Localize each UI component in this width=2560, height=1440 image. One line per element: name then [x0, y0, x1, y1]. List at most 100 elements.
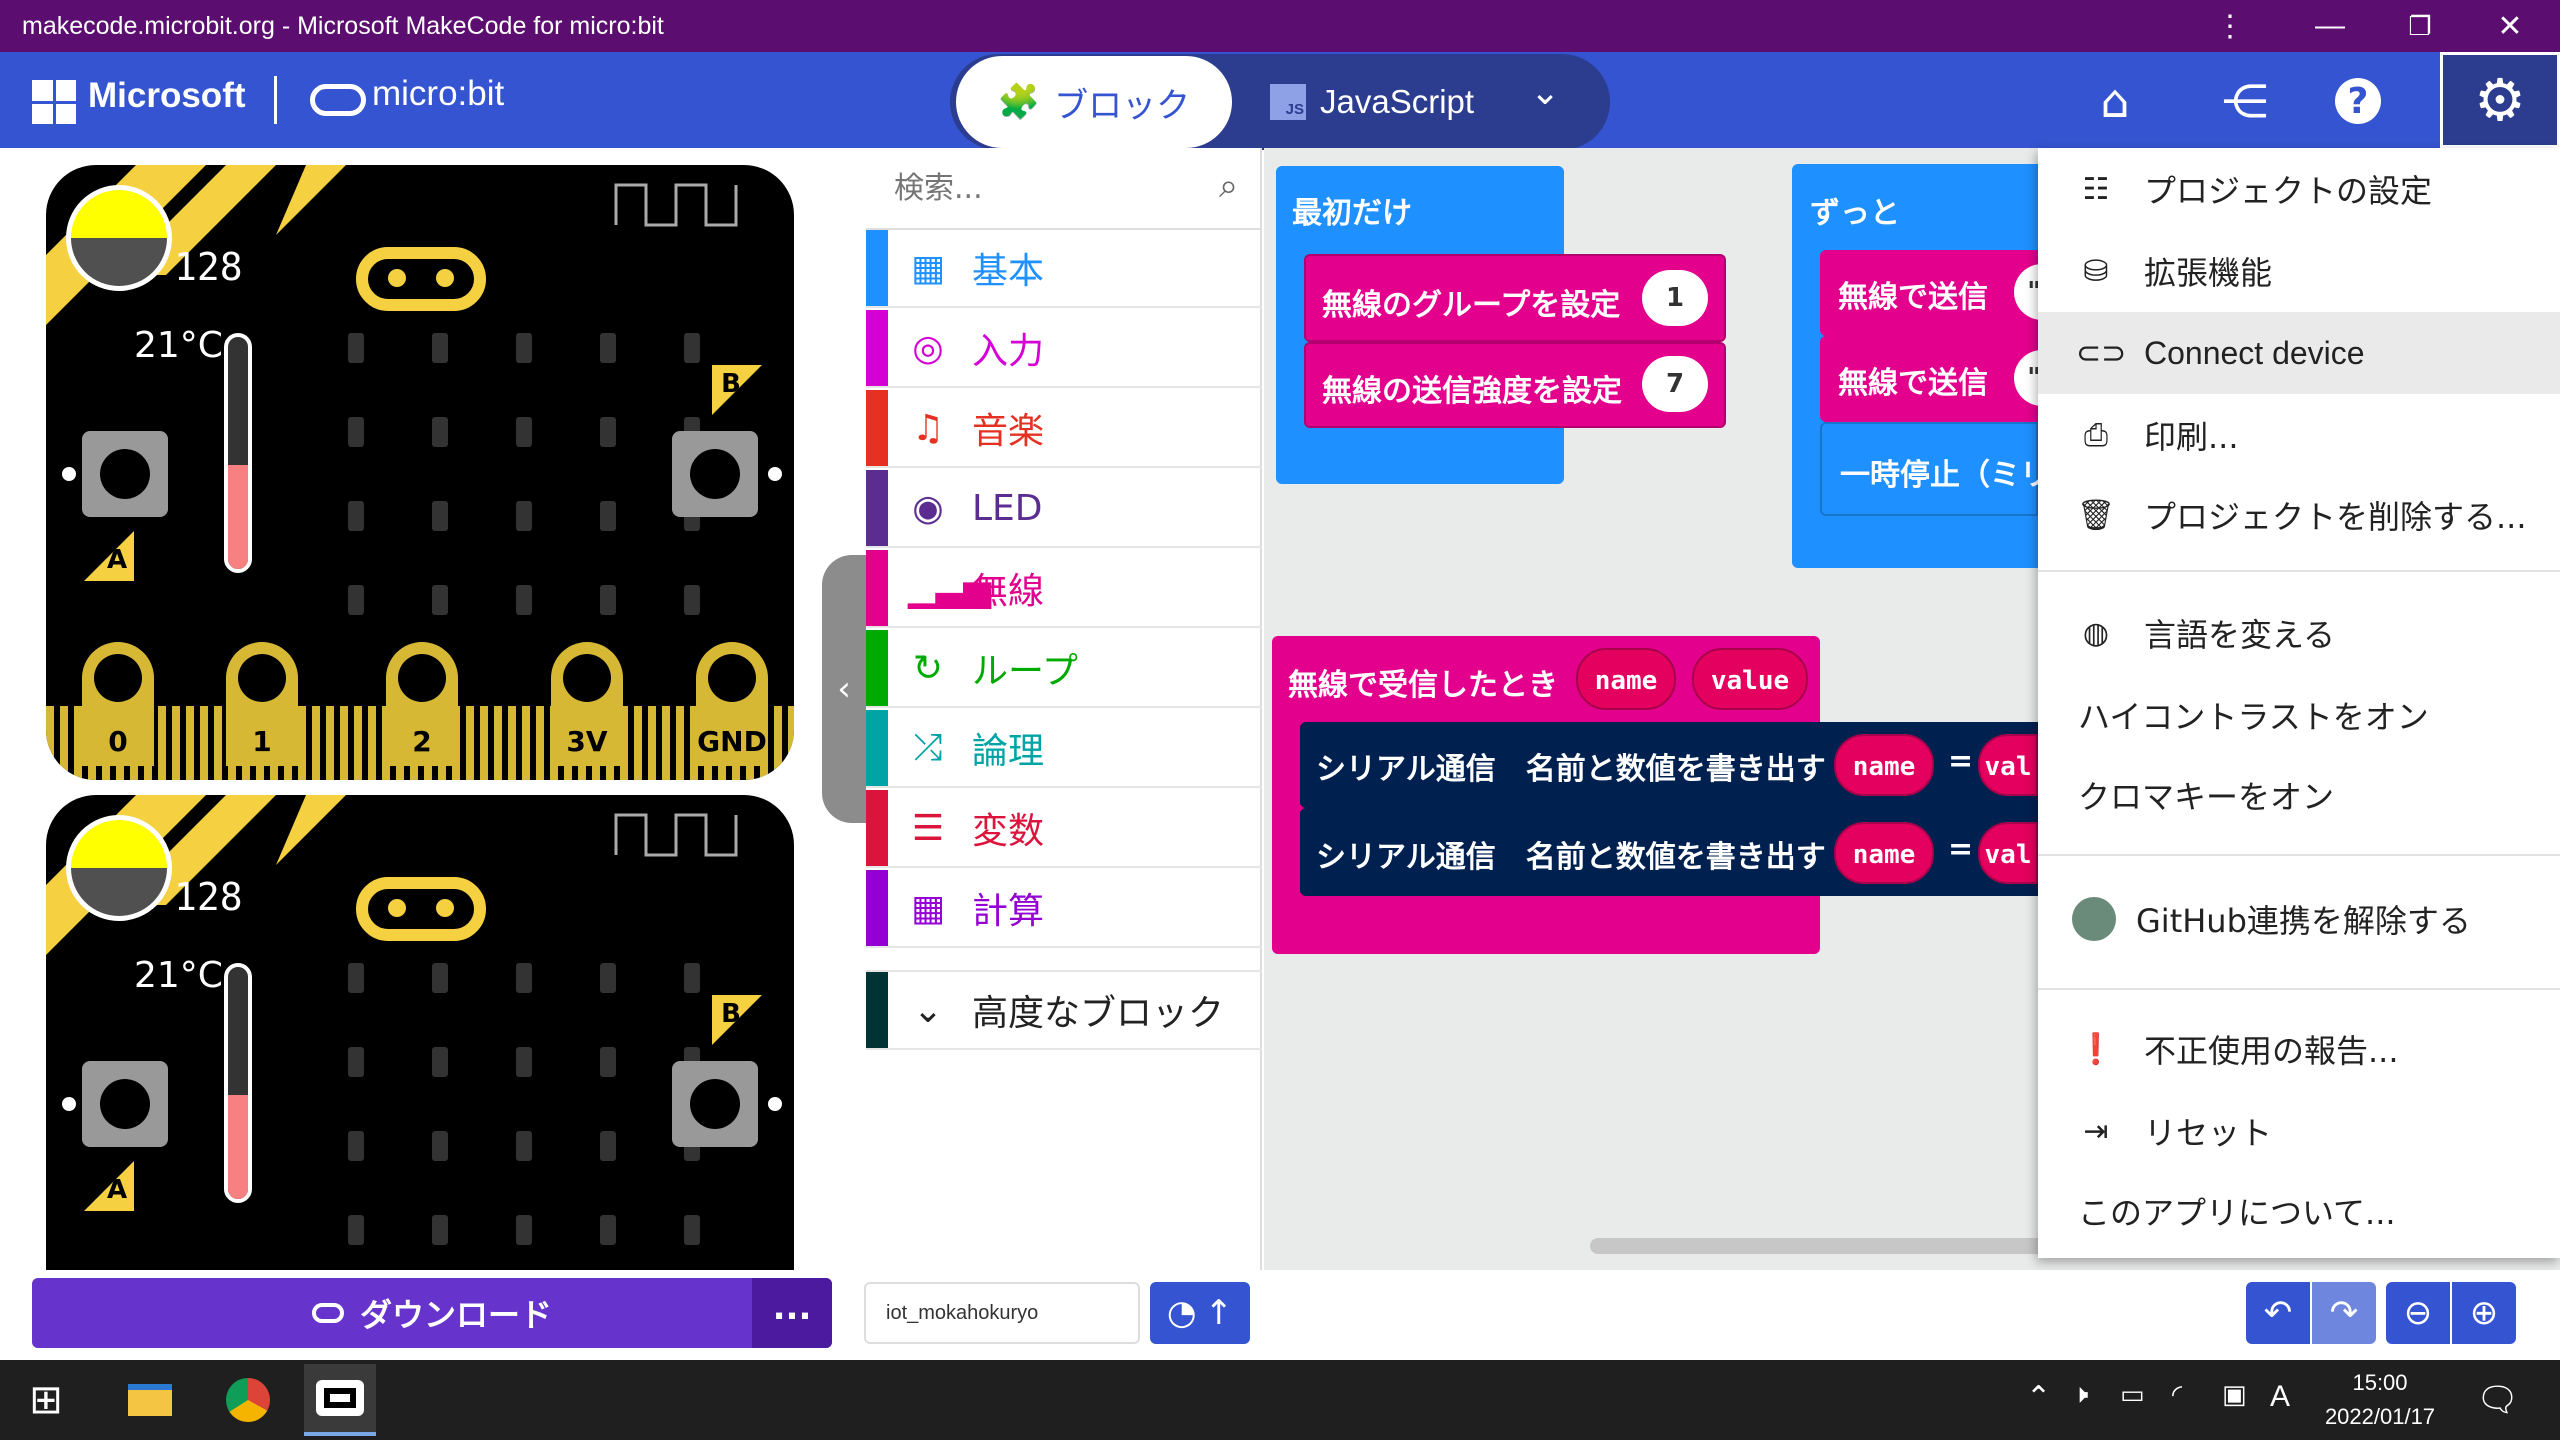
download-button[interactable]: ダウンロード — [32, 1278, 832, 1348]
menu-about[interactable]: このアプリについて... — [2038, 1170, 2560, 1252]
pin-2[interactable]: 2 — [386, 642, 458, 766]
menu-language[interactable]: ◍ 言語を変える — [2038, 592, 2560, 674]
menu-project-settings[interactable]: ☷ プロジェクトの設定 — [2038, 148, 2560, 230]
group-value[interactable]: 1 — [1642, 270, 1708, 326]
pin-1[interactable]: 1 — [226, 642, 298, 766]
category-loops[interactable]: ↻ ループ — [866, 630, 1262, 708]
pin-0[interactable]: 0 — [82, 642, 154, 766]
refresh-icon: ↻ — [912, 647, 944, 689]
light-level-sensor[interactable] — [66, 815, 172, 921]
microbit-logo-icon — [310, 84, 366, 116]
collapse-simulator-button[interactable]: ‹ — [822, 555, 866, 823]
zoom-out-button[interactable]: ⊖ — [2386, 1282, 2450, 1344]
brand-microsoft[interactable]: Microsoft — [88, 76, 246, 116]
category-advanced[interactable]: ⌄ 高度なブロック — [866, 970, 1262, 1050]
volume-muted-icon[interactable]: 🕨 — [2072, 1380, 2088, 1411]
clock-date: 2022/01/17 — [2324, 1404, 2436, 1429]
zoom-in-button[interactable]: ⊕ — [2452, 1282, 2516, 1344]
trash-icon: 🗑 — [2076, 497, 2116, 533]
undo-button[interactable]: ↶ — [2246, 1282, 2310, 1344]
restore-icon[interactable]: ❐ — [2390, 4, 2450, 48]
signout-icon: ⇥ — [2083, 1113, 2109, 1149]
button-a[interactable] — [82, 1061, 168, 1147]
temperature-slider[interactable] — [224, 333, 252, 573]
home-icon[interactable]: ⌂ — [2080, 66, 2150, 136]
button-a[interactable] — [82, 431, 168, 517]
category-basic[interactable]: ▦ 基本 — [866, 230, 1262, 308]
share-icon[interactable]: ⋲ — [2210, 66, 2280, 136]
category-variables[interactable]: ☰ 変数 — [866, 790, 1262, 868]
notification-badge-icon[interactable]: ▣ — [2222, 1380, 2247, 1410]
radio-send-block[interactable]: 無線で送信 " — [1820, 336, 2054, 422]
tab-blocks[interactable]: 🧩 ブロック — [956, 56, 1232, 148]
file-explorer-icon[interactable] — [114, 1364, 186, 1436]
pin-gnd[interactable]: GND — [696, 642, 768, 766]
menu-reset[interactable]: ⇥ リセット — [2038, 1090, 2560, 1172]
category-input[interactable]: ◎ 入力 — [866, 310, 1262, 388]
wifi-icon[interactable]: ◜ — [2172, 1380, 2182, 1410]
serial-value-arg[interactable]: val — [1978, 734, 2038, 796]
serial-name-arg[interactable]: name — [1834, 734, 1934, 796]
serial-value-arg[interactable]: val — [1978, 822, 2038, 884]
microbit-logo-touch[interactable] — [356, 877, 486, 941]
serial-write-value-block[interactable]: シリアル通信 名前と数値を書き出す name = val — [1300, 808, 2038, 896]
chrome-icon[interactable] — [212, 1364, 284, 1436]
serial-write-value-block[interactable]: シリアル通信 名前と数値を書き出す name = val — [1300, 722, 2038, 808]
button-b[interactable] — [672, 1061, 758, 1147]
makecode-app-icon[interactable] — [304, 1364, 376, 1436]
menu-extensions[interactable]: ⛁ 拡張機能 — [2038, 230, 2560, 312]
sliders-icon: ☷ — [2082, 171, 2110, 207]
microbit-board[interactable]: 128 21°C A B — [46, 795, 794, 1270]
redo-button[interactable]: ↷ — [2312, 1282, 2376, 1344]
category-math[interactable]: ▦ 計算 — [866, 870, 1262, 948]
download-more-button[interactable]: ... — [752, 1278, 832, 1348]
menu-delete-project[interactable]: 🗑 プロジェクトを削除する... — [2038, 474, 2560, 556]
power-value[interactable]: 7 — [1642, 356, 1708, 412]
menu-report-abuse[interactable]: ❗ 不正使用の報告... — [2038, 1008, 2560, 1090]
headphones-icon: ♫ — [911, 407, 945, 449]
window-menu-icon[interactable]: ⋮ — [2200, 4, 2260, 48]
menu-green-screen[interactable]: クロマキーをオン — [2038, 754, 2560, 836]
search-input[interactable] — [894, 166, 1194, 210]
github-commit-button[interactable]: ◔ ↑ — [1150, 1282, 1250, 1344]
project-name-input[interactable] — [864, 1282, 1140, 1344]
pause-block[interactable]: 一時停止（ミリ — [1820, 422, 2050, 516]
pin-3v[interactable]: 3V — [551, 642, 623, 766]
minimize-icon[interactable]: — — [2300, 4, 2360, 48]
battery-icon[interactable]: ▭ — [2120, 1380, 2145, 1410]
brand-microbit[interactable]: micro:bit — [372, 74, 504, 114]
serial-name-arg[interactable]: name — [1834, 822, 1934, 884]
menu-high-contrast[interactable]: ハイコントラストをオン — [2038, 674, 2560, 756]
menu-print[interactable]: ⎙ 印刷... — [2038, 394, 2560, 476]
microbit-logo-touch[interactable] — [356, 247, 486, 311]
param-name[interactable]: name — [1576, 648, 1676, 710]
temperature-slider[interactable] — [224, 963, 252, 1203]
temperature-value: 21°C — [134, 955, 223, 996]
ime-indicator[interactable]: A — [2270, 1380, 2290, 1414]
settings-icon[interactable]: ⚙ — [2440, 52, 2560, 148]
search-icon[interactable]: ⌕ — [1219, 166, 1238, 206]
help-icon[interactable]: ? — [2335, 78, 2381, 124]
tab-javascript[interactable]: JS JavaScript — [1270, 56, 1474, 148]
menu-connect-device[interactable]: ⊂⊃ Connect device — [2038, 312, 2560, 394]
category-logic[interactable]: ⤮ 論理 — [866, 710, 1262, 788]
windows-start-icon[interactable]: ⊞ — [10, 1364, 82, 1436]
radio-send-block[interactable]: 無線で送信 " — [1820, 250, 2054, 336]
light-level-sensor[interactable] — [66, 185, 172, 291]
button-b[interactable] — [672, 431, 758, 517]
category-led[interactable]: ◉ LED — [866, 470, 1262, 548]
action-center-icon[interactable]: 🗨 — [2476, 1380, 2519, 1420]
tray-chevron-icon[interactable]: ⌃ — [2026, 1380, 2051, 1415]
param-value[interactable]: value — [1692, 648, 1808, 710]
radio-set-power-block[interactable]: 無線の送信強度を設定 7 — [1304, 342, 1726, 428]
radio-set-group-block[interactable]: 無線のグループを設定 1 — [1304, 254, 1726, 342]
microbit-board[interactable]: 128 21°C A B 0 1 2 3V GND — [46, 165, 794, 780]
menu-github-unlink[interactable]: GitHub連携を解除する — [2038, 878, 2560, 960]
chevron-down-icon[interactable]: ⌄ — [1530, 72, 1560, 113]
category-music[interactable]: ♫ 音楽 — [866, 390, 1262, 468]
taskbar-clock[interactable]: 15:00 2022/01/17 — [2310, 1366, 2450, 1434]
category-radio[interactable]: ▁▃▅ 無線 — [866, 550, 1262, 628]
tab-blocks-label: ブロック — [1054, 85, 1191, 126]
close-icon[interactable]: ✕ — [2480, 4, 2540, 48]
workspace-scrollbar[interactable] — [1590, 1238, 2050, 1254]
